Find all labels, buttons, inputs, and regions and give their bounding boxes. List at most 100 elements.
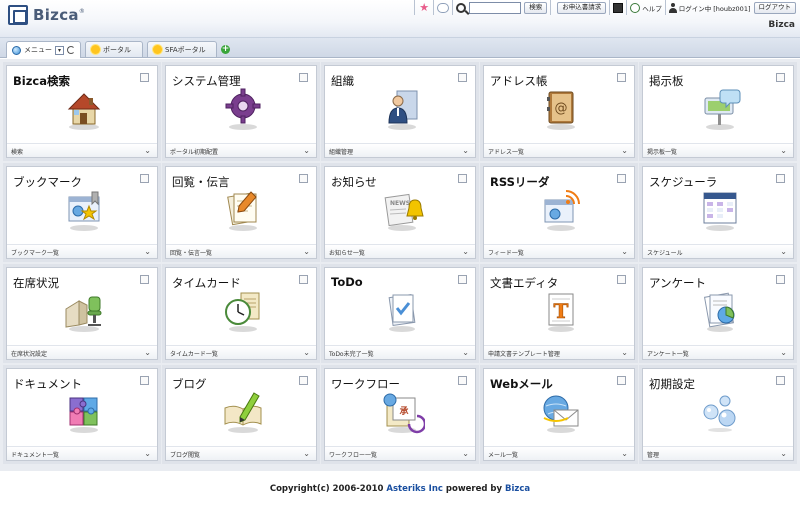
gear-icon[interactable] (220, 85, 266, 131)
card-footer[interactable]: お知らせ一覧 ⌄ (325, 244, 475, 258)
menu-card-20[interactable]: 初期設定管理 ⌄ (642, 368, 794, 461)
company-link[interactable]: Asteriks Inc (386, 484, 443, 494)
bulletin-board-icon[interactable] (697, 85, 743, 131)
menu-card-17[interactable]: ブログブログ閲覧 ⌄ (165, 368, 317, 461)
chevron-down-icon[interactable]: ⌄ (780, 247, 787, 256)
tab-menu[interactable]: メニュー ▾ (6, 41, 81, 58)
desk-chair-icon[interactable] (61, 287, 107, 333)
card-footer[interactable]: 管理 ⌄ (643, 446, 793, 460)
card-title[interactable]: ブログ (172, 376, 207, 392)
menu-card-13[interactable]: ToDo ToDo未完了一覧 ⌄ (324, 267, 476, 360)
card-footer[interactable]: ToDo未完了一覧 ⌄ (325, 345, 475, 359)
add-tab-icon[interactable]: + (221, 45, 230, 54)
chevron-down-icon[interactable]: ⌄ (780, 449, 787, 458)
menu-card-16[interactable]: ドキュメント ドキュメント一覧 ⌄ (6, 368, 158, 461)
memo-icon[interactable] (220, 186, 266, 232)
card-title[interactable]: 在席状況 (13, 275, 59, 291)
chevron-down-icon[interactable]: ⌄ (144, 146, 151, 155)
card-checkbox[interactable] (299, 174, 308, 183)
menu-card-11[interactable]: 在席状況在席状況設定 ⌄ (6, 267, 158, 360)
card-checkbox[interactable] (617, 73, 626, 82)
card-checkbox[interactable] (458, 73, 467, 82)
house-icon[interactable] (61, 85, 107, 131)
card-footer-label[interactable]: ポータル初期配置 (170, 147, 218, 156)
help-icon[interactable] (630, 2, 641, 13)
chevron-down-icon[interactable]: ⌄ (303, 449, 310, 458)
menu-card-2[interactable]: システム管理 ポータル初期配置 ⌄ (165, 65, 317, 158)
card-checkbox[interactable] (458, 174, 467, 183)
book-pencil-icon[interactable] (220, 388, 266, 434)
card-checkbox[interactable] (458, 376, 467, 385)
app-grid-icon[interactable] (613, 2, 624, 13)
card-footer-label[interactable]: 組織管理 (329, 147, 353, 156)
card-title[interactable]: ToDo (331, 275, 363, 289)
chevron-down-icon[interactable]: ⌄ (144, 449, 151, 458)
menu-card-14[interactable]: 文書エディタ T 申請文書テンプレート管理 ⌄ (483, 267, 635, 360)
card-footer-label[interactable]: 回覧・伝言一覧 (170, 248, 212, 257)
card-footer[interactable]: アドレス一覧 ⌄ (484, 143, 634, 157)
chevron-down-icon[interactable]: ⌄ (144, 348, 151, 357)
card-checkbox[interactable] (299, 376, 308, 385)
card-footer-label[interactable]: ワークフロー一覧 (329, 450, 377, 459)
survey-chart-icon[interactable] (697, 287, 743, 333)
tab-sfa-portal[interactable]: SFAポータル (147, 41, 217, 57)
chevron-down-icon[interactable]: ▾ (55, 45, 64, 55)
card-footer-label[interactable]: タイムカード一覧 (170, 349, 218, 358)
menu-card-6[interactable]: ブックマーク ブックマーク一覧 ⌄ (6, 166, 158, 259)
card-footer[interactable]: 在席状況設定 ⌄ (7, 345, 157, 359)
search-button[interactable]: 検索 (524, 1, 548, 14)
menu-card-5[interactable]: 掲示板掲示板一覧 ⌄ (642, 65, 794, 158)
card-footer-label[interactable]: フィード一覧 (488, 248, 524, 257)
card-footer[interactable]: 掲示板一覧 ⌄ (643, 143, 793, 157)
chevron-down-icon[interactable]: ⌄ (462, 449, 469, 458)
card-footer[interactable]: ワークフロー一覧 ⌄ (325, 446, 475, 460)
card-footer-label[interactable]: ドキュメント一覧 (11, 450, 59, 459)
card-footer[interactable]: スケジュール ⌄ (643, 244, 793, 258)
card-footer[interactable]: ブックマーク一覧 ⌄ (7, 244, 157, 258)
card-checkbox[interactable] (776, 376, 785, 385)
document-t-icon[interactable]: T (538, 287, 584, 333)
card-footer[interactable]: ドキュメント一覧 ⌄ (7, 446, 157, 460)
chevron-down-icon[interactable]: ⌄ (621, 247, 628, 256)
news-bell-icon[interactable]: NEWS (379, 186, 425, 232)
product-link[interactable]: Bizca (505, 484, 530, 494)
card-footer[interactable]: ブログ閲覧 ⌄ (166, 446, 316, 460)
request-application-button[interactable]: お申込書請求 (557, 1, 607, 14)
menu-card-12[interactable]: タイムカード タイムカード一覧 ⌄ (165, 267, 317, 360)
menu-card-4[interactable]: アドレス帳 @ アドレス一覧 ⌄ (483, 65, 635, 158)
puzzle-icon[interactable] (61, 388, 107, 434)
card-footer[interactable]: 回覧・伝言一覧 ⌄ (166, 244, 316, 258)
favorite-star-icon[interactable]: ★ (418, 1, 430, 14)
card-footer-label[interactable]: 管理 (647, 450, 659, 459)
chevron-down-icon[interactable]: ⌄ (780, 146, 787, 155)
card-checkbox[interactable] (617, 275, 626, 284)
search-input[interactable] (469, 1, 522, 14)
chevron-down-icon[interactable]: ⌄ (462, 247, 469, 256)
card-title[interactable]: 初期設定 (649, 376, 695, 392)
menu-card-1[interactable]: Bizca検索 検索 ⌄ (6, 65, 158, 158)
card-footer-label[interactable]: 申請文書テンプレート管理 (488, 349, 560, 358)
chevron-down-icon[interactable]: ⌄ (144, 247, 151, 256)
person-icon[interactable] (379, 85, 425, 131)
menu-card-8[interactable]: お知らせ NEWS お知らせ一覧 ⌄ (324, 166, 476, 259)
card-footer-label[interactable]: 検索 (11, 147, 23, 156)
card-checkbox[interactable] (458, 275, 467, 284)
todo-check-icon[interactable] (379, 287, 425, 333)
chevron-down-icon[interactable]: ⌄ (462, 146, 469, 155)
card-title[interactable]: 掲示板 (649, 73, 684, 89)
chevron-down-icon[interactable]: ⌄ (303, 348, 310, 357)
chevron-down-icon[interactable]: ⌄ (621, 348, 628, 357)
logout-button[interactable]: ログアウト (753, 1, 796, 14)
card-checkbox[interactable] (617, 376, 626, 385)
card-footer-label[interactable]: ブックマーク一覧 (11, 248, 59, 257)
card-footer-label[interactable]: アドレス一覧 (488, 147, 524, 156)
menu-card-15[interactable]: アンケート アンケート一覧 ⌄ (642, 267, 794, 360)
card-footer-label[interactable]: スケジュール (647, 248, 683, 257)
chevron-down-icon[interactable]: ⌄ (780, 348, 787, 357)
card-checkbox[interactable] (140, 73, 149, 82)
card-footer-label[interactable]: アンケート一覧 (647, 349, 689, 358)
rss-icon[interactable] (538, 186, 584, 232)
card-footer-label[interactable]: メール一覧 (488, 450, 518, 459)
card-checkbox[interactable] (140, 275, 149, 284)
chevron-down-icon[interactable]: ⌄ (621, 146, 628, 155)
